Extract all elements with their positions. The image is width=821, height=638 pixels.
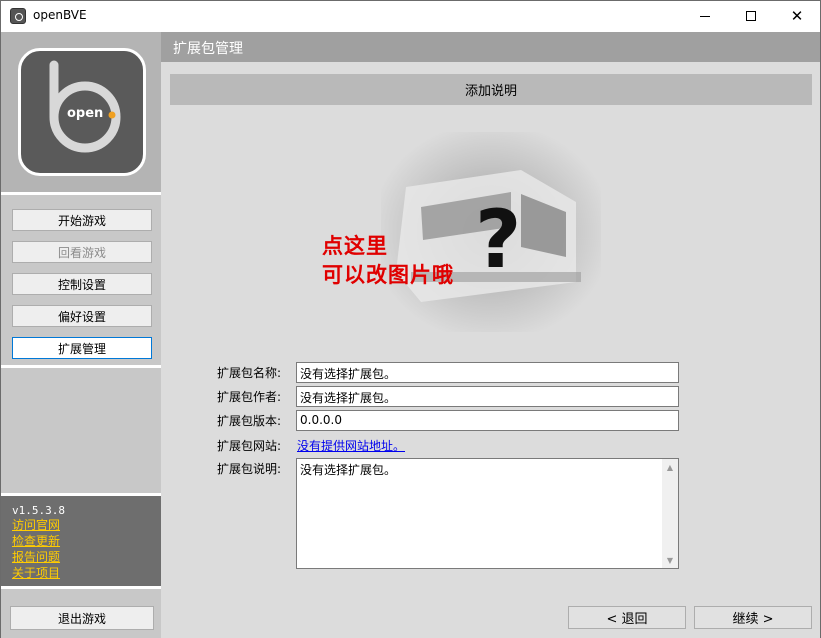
hint-line-2: 可以改图片哦 [322, 263, 454, 287]
review-game-button[interactable]: 回看游戏 [12, 241, 152, 263]
version-label: 扩展包版本: [216, 414, 281, 428]
description-label: 扩展包说明: [216, 462, 281, 476]
author-label: 扩展包作者: [216, 390, 281, 404]
next-button[interactable]: 继续 > [694, 606, 812, 629]
controls-settings-button[interactable]: 控制设置 [12, 273, 152, 295]
section-title: 添加说明 [170, 74, 812, 105]
scroll-down-icon[interactable]: ▼ [662, 552, 678, 568]
app-window: openBVE ✕ open 开始游戏 回看游戏 控制设置 偏好设置 扩展管理 [0, 0, 821, 638]
close-button[interactable]: ✕ [774, 1, 820, 31]
about-link[interactable]: 关于项目 [12, 565, 161, 581]
author-field[interactable]: 没有选择扩展包。 [296, 386, 679, 407]
version-text: v1.5.3.8 [12, 504, 65, 517]
sidebar: open 开始游戏 回看游戏 控制设置 偏好设置 扩展管理 v1.5.3.8 访… [1, 32, 161, 638]
minimize-icon [700, 15, 710, 17]
description-scrollbar[interactable]: ▲ ▼ [662, 459, 678, 568]
name-field[interactable]: 没有选择扩展包。 [296, 362, 679, 383]
version-field[interactable]: 0.0.0.0 [296, 410, 679, 431]
website-label: 扩展包网站: [216, 439, 281, 453]
maximize-icon [746, 11, 756, 21]
description-text: 没有选择扩展包。 [300, 463, 397, 477]
page-title: 扩展包管理 [161, 32, 820, 62]
report-problem-link[interactable]: 报告问题 [12, 549, 161, 565]
exit-area: 退出游戏 [1, 589, 161, 638]
window-title: openBVE [33, 8, 87, 22]
back-button[interactable]: < 退回 [568, 606, 686, 629]
title-bar[interactable]: openBVE ✕ [1, 1, 820, 31]
preview-hint-text: 点这里 可以改图片哦 [322, 232, 454, 290]
scroll-up-icon[interactable]: ▲ [662, 459, 678, 475]
app-icon [10, 8, 26, 24]
sidebar-menu: 开始游戏 回看游戏 控制设置 偏好设置 扩展管理 [1, 195, 161, 365]
version-panel: v1.5.3.8 访问官网 检查更新 报告问题 关于项目 [1, 496, 161, 586]
sidebar-spacer [1, 368, 161, 493]
logo-text: open [67, 106, 104, 121]
minimize-button[interactable] [682, 1, 728, 31]
hint-line-1: 点这里 [322, 234, 388, 258]
name-label: 扩展包名称: [216, 366, 281, 380]
exit-game-button[interactable]: 退出游戏 [10, 606, 154, 630]
check-updates-link[interactable]: 检查更新 [12, 533, 161, 549]
openbve-logo: open [18, 48, 146, 176]
description-field[interactable]: 没有选择扩展包。 ▲ ▼ [296, 458, 679, 569]
maximize-button[interactable] [728, 1, 774, 31]
start-game-button[interactable]: 开始游戏 [12, 209, 152, 231]
svg-text:?: ? [475, 193, 521, 286]
visit-website-link[interactable]: 访问官网 [12, 517, 161, 533]
main-panel: 扩展包管理 添加说明 ? 点这里 可以改图片哦 扩展包名称: 没有选择扩展包。 … [161, 32, 820, 638]
preferences-button[interactable]: 偏好设置 [12, 305, 152, 327]
package-manager-button[interactable]: 扩展管理 [12, 337, 152, 359]
logo-area: open [1, 32, 161, 192]
close-icon: ✕ [790, 7, 804, 25]
website-link[interactable]: 没有提供网站地址。 [297, 437, 405, 454]
